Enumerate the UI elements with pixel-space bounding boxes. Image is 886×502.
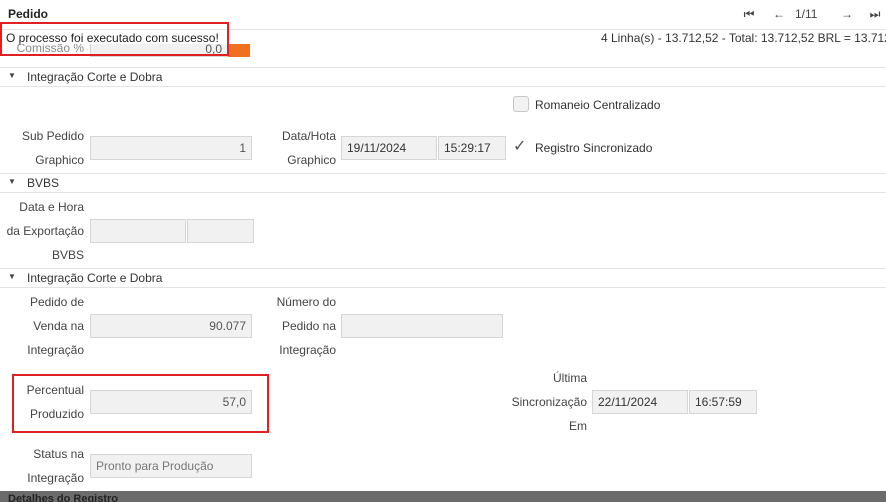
num-pedido-label-3: Integração: [279, 343, 336, 357]
bvbs-date-field[interactable]: [90, 219, 186, 243]
status-label-1: Status na: [33, 447, 84, 461]
data-field[interactable]: 19/11/2024: [341, 136, 437, 160]
bvbs-time-field[interactable]: [187, 219, 254, 243]
registro-label: Registro Sincronizado: [535, 141, 653, 155]
section-integracao-1[interactable]: ▼ Integração Corte e Dobra: [0, 67, 886, 87]
ultima-data-field[interactable]: 22/11/2024: [592, 390, 688, 414]
data-hora-label-2: Graphico: [287, 153, 336, 167]
check-icon[interactable]: ✓: [513, 139, 529, 155]
sub-pedido-field[interactable]: 1: [90, 136, 252, 160]
romaneio-label: Romaneio Centralizado: [535, 98, 661, 112]
status-label-2: Integração: [27, 471, 84, 485]
romaneio-checkbox[interactable]: [513, 96, 529, 112]
sub-pedido-label-2: Graphico: [35, 153, 84, 167]
sub-pedido-label: Sub Pedido: [21, 129, 84, 143]
num-pedido-label-1: Número do: [276, 295, 336, 309]
collapse-icon[interactable]: ▼: [8, 177, 16, 186]
toast-highlight: [0, 22, 229, 56]
section-integracao-2[interactable]: ▼ Integração Corte e Dobra: [0, 268, 886, 288]
percentual-highlight: [12, 374, 269, 433]
bvbs-label-3: BVBS: [51, 248, 84, 262]
section-label: Integração Corte e Dobra: [27, 70, 163, 84]
section-label: BVBS: [27, 176, 60, 190]
pedido-venda-label-2: Venda na: [33, 319, 84, 333]
num-pedido-label-2: Pedido na: [281, 319, 336, 333]
totals-summary: 4 Linha(s) - 13.712,52 - Total: 13.712,5…: [601, 31, 886, 45]
data-hora-label: Data/Hota: [281, 129, 336, 143]
num-pedido-field[interactable]: [341, 314, 503, 338]
ultima-hora-field[interactable]: 16:57:59: [689, 390, 757, 414]
prev-page-icon[interactable]: ←: [770, 5, 788, 23]
collapse-icon[interactable]: ▼: [8, 272, 16, 281]
status-field[interactable]: Pronto para Produção: [90, 454, 252, 478]
footer-title[interactable]: Detalhes do Registro: [8, 492, 118, 502]
collapse-icon[interactable]: ▼: [8, 71, 16, 80]
footer-bar: [0, 491, 886, 502]
last-page-icon[interactable]: ⏭: [866, 5, 884, 23]
bvbs-label-1: Data e Hora: [19, 200, 84, 214]
ultima-label-3: Em: [569, 419, 587, 433]
section-label: Integração Corte e Dobra: [27, 271, 163, 285]
ultima-label-2: Sincronização: [511, 395, 587, 409]
page-title: Pedido: [8, 7, 49, 21]
section-bvbs[interactable]: ▼ BVBS: [0, 173, 886, 193]
bvbs-label-2: da Exportação: [6, 224, 84, 238]
next-page-icon[interactable]: →: [838, 5, 856, 23]
pedido-venda-field[interactable]: 90.077: [90, 314, 252, 338]
first-page-icon[interactable]: ⏮: [740, 5, 758, 23]
ultima-label-1: Última: [552, 371, 587, 385]
pedido-venda-label-3: Integração: [27, 343, 84, 357]
hora-field[interactable]: 15:29:17: [438, 136, 506, 160]
page-indicator: 1/11: [795, 7, 818, 21]
pedido-venda-label-1: Pedido de: [29, 295, 84, 309]
